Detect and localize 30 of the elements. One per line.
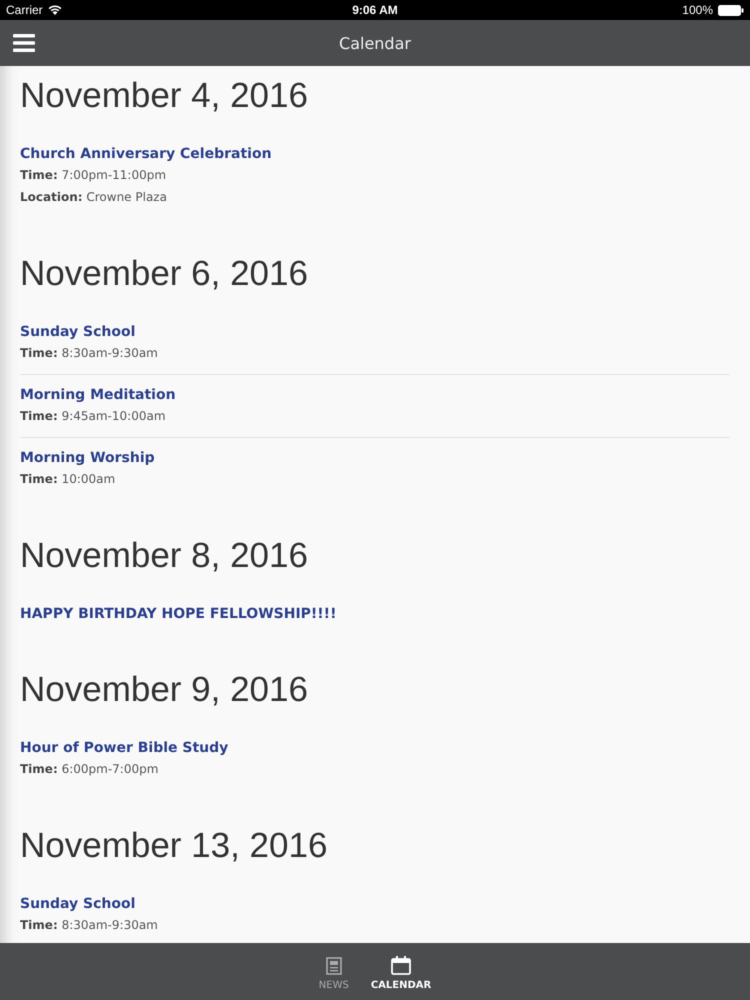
clock-time: 9:06 AM bbox=[351, 3, 399, 17]
tab-button[interactable]: NEWS bbox=[318, 952, 349, 990]
screen-title: Calendar bbox=[338, 34, 412, 52]
battery-percent: 100% bbox=[682, 3, 713, 17]
date-heading: November 8, 2016 bbox=[20, 535, 309, 577]
tab-button[interactable]: CALENDAR bbox=[370, 952, 432, 991]
event-detail: Time: 9:45am-10:00am bbox=[20, 408, 167, 425]
event-detail: Time: 8:30am-9:30am bbox=[20, 345, 159, 362]
event-detail: Location: Crowne Plaza bbox=[20, 189, 168, 206]
menu-icon[interactable] bbox=[13, 34, 35, 52]
date-heading: November 13, 2016 bbox=[20, 825, 328, 867]
event-title-link[interactable]: Church Anniversary Celebration bbox=[20, 144, 730, 164]
event-title-link[interactable]: Hour of Power Bible Study bbox=[20, 738, 730, 758]
event-title-link[interactable]: Morning Meditation bbox=[20, 385, 730, 405]
event-detail: Time: 7:00pm-11:00pm bbox=[20, 167, 168, 184]
event-title-link[interactable]: Sunday School bbox=[20, 894, 730, 914]
battery-icon bbox=[718, 4, 744, 16]
newspaper-icon bbox=[326, 956, 342, 974]
event-detail: Time: 10:00am bbox=[20, 471, 116, 488]
wifi-icon bbox=[48, 5, 62, 15]
event-title-link[interactable]: Sunday School bbox=[20, 322, 730, 342]
carrier-label: Carrier bbox=[6, 3, 43, 17]
calendar-icon bbox=[391, 956, 412, 975]
date-heading: November 9, 2016 bbox=[20, 669, 309, 711]
event-detail: Time: 8:30am-9:30am bbox=[20, 917, 159, 934]
date-heading: November 6, 2016 bbox=[20, 253, 309, 295]
event-title-link[interactable]: HAPPY BIRTHDAY HOPE FELLOWSHIP!!!! bbox=[20, 604, 730, 624]
event-title-link[interactable]: Morning Worship bbox=[20, 448, 730, 468]
date-heading: November 4, 2016 bbox=[20, 75, 309, 117]
event-detail: Time: 6:00pm-7:00pm bbox=[20, 761, 160, 778]
